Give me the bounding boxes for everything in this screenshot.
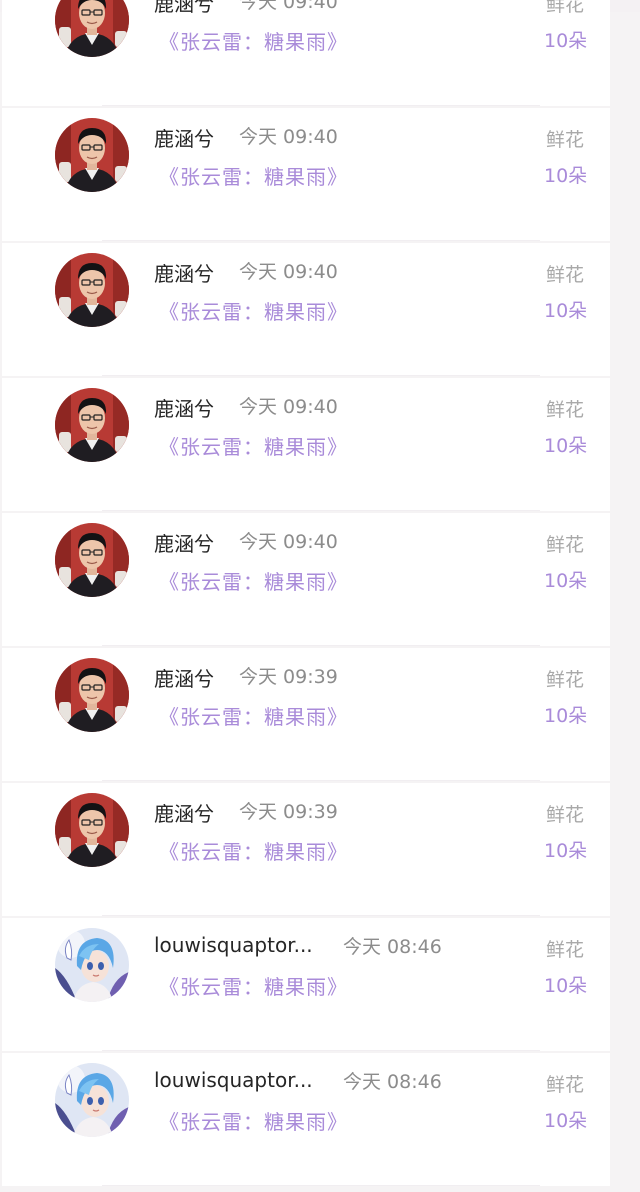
work-title-link[interactable]: 《张云雷：糖果雨》 [159,26,348,55]
list-item[interactable]: 鹿涵兮 今天 09:40 《张云雷：糖果雨》 鲜花 10朵 [2,0,610,106]
user-avatar[interactable] [55,928,129,1002]
timestamp: 今天 09:39 [239,666,338,688]
user-avatar[interactable] [55,523,129,597]
anime-avatar-image [55,928,129,1002]
portrait-avatar-image [55,658,129,732]
portrait-avatar-image [55,118,129,192]
list-item[interactable]: 鹿涵兮 今天 09:39 《张云雷：糖果雨》 鲜花 10朵 [2,648,610,781]
work-title-link[interactable]: 《张云雷：糖果雨》 [159,701,348,730]
user-name[interactable]: louwisquaptor... [154,933,313,957]
gift-type: 鲜花 [546,1074,585,1096]
portrait-avatar-image [55,253,129,327]
work-title-link[interactable]: 《张云雷：糖果雨》 [159,566,348,595]
work-title-link[interactable]: 《张云雷：糖果雨》 [159,836,348,865]
gift-count: 10朵 [544,705,588,727]
list-item[interactable]: louwisquaptor... 今天 08:46 《张云雷：糖果雨》 鲜花 1… [2,918,610,1051]
user-avatar[interactable] [55,658,129,732]
portrait-avatar-image [55,0,129,57]
user-name[interactable]: 鹿涵兮 [154,123,214,152]
gift-type: 鲜花 [546,669,585,691]
anime-avatar-image [55,1063,129,1137]
user-avatar[interactable] [55,253,129,327]
timestamp: 今天 09:40 [239,126,338,148]
gift-type: 鲜花 [546,804,585,826]
gift-type: 鲜花 [546,939,585,961]
row-divider [102,780,540,781]
row-divider [102,1050,540,1051]
work-title-link[interactable]: 《张云雷：糖果雨》 [159,296,348,325]
user-avatar[interactable] [55,1063,129,1137]
portrait-avatar-image [55,523,129,597]
gift-type: 鲜花 [546,264,585,286]
user-name[interactable]: louwisquaptor... [154,1068,313,1092]
work-title-link[interactable]: 《张云雷：糖果雨》 [159,1106,348,1135]
timestamp: 今天 08:46 [343,936,442,958]
user-avatar[interactable] [55,118,129,192]
list-item[interactable]: 鹿涵兮 今天 09:40 《张云雷：糖果雨》 鲜花 10朵 [2,108,610,241]
portrait-avatar-image [55,388,129,462]
row-divider [102,645,540,646]
row-divider [102,915,540,916]
row-divider [102,240,540,241]
row-divider [102,375,540,376]
gift-type: 鲜花 [546,129,585,151]
list-item[interactable]: 鹿涵兮 今天 09:40 《张云雷：糖果雨》 鲜花 10朵 [2,513,610,646]
gift-count: 10朵 [544,30,588,52]
timestamp: 今天 09:39 [239,801,338,823]
user-name[interactable]: 鹿涵兮 [154,528,214,557]
gift-count: 10朵 [544,165,588,187]
gift-record-list: 鹿涵兮 今天 09:40 《张云雷：糖果雨》 鲜花 10朵 鹿涵兮 今天 09:… [0,0,640,1192]
work-title-link[interactable]: 《张云雷：糖果雨》 [159,431,348,460]
gift-count: 10朵 [544,570,588,592]
list-item[interactable]: 鹿涵兮 今天 09:40 《张云雷：糖果雨》 鲜花 10朵 [2,378,610,511]
gift-count: 10朵 [544,300,588,322]
list-item[interactable]: 鹿涵兮 今天 09:39 《张云雷：糖果雨》 鲜花 10朵 [2,783,610,916]
work-title-link[interactable]: 《张云雷：糖果雨》 [159,161,348,190]
user-name[interactable]: 鹿涵兮 [154,663,214,692]
gift-count: 10朵 [544,840,588,862]
row-divider [102,105,540,106]
user-name[interactable]: 鹿涵兮 [154,798,214,827]
user-name[interactable]: 鹿涵兮 [154,258,214,287]
portrait-avatar-image [55,793,129,867]
timestamp: 今天 09:40 [239,396,338,418]
list-item[interactable]: louwisquaptor... 今天 08:46 《张云雷：糖果雨》 鲜花 1… [2,1053,610,1186]
timestamp: 今天 09:40 [239,531,338,553]
gift-type: 鲜花 [546,534,585,556]
row-divider [102,1185,540,1186]
timestamp: 今天 08:46 [343,1071,442,1093]
timestamp: 今天 09:40 [239,261,338,283]
user-avatar[interactable] [55,0,129,57]
user-name[interactable]: 鹿涵兮 [154,393,214,422]
gift-type: 鲜花 [546,0,585,16]
gift-count: 10朵 [544,435,588,457]
user-name[interactable]: 鹿涵兮 [154,0,214,17]
user-avatar[interactable] [55,793,129,867]
gift-count: 10朵 [544,1110,588,1132]
row-divider [102,510,540,511]
user-avatar[interactable] [55,388,129,462]
timestamp: 今天 09:40 [239,0,338,13]
gift-count: 10朵 [544,975,588,997]
work-title-link[interactable]: 《张云雷：糖果雨》 [159,971,348,1000]
gift-type: 鲜花 [546,399,585,421]
list-item[interactable]: 鹿涵兮 今天 09:40 《张云雷：糖果雨》 鲜花 10朵 [2,243,610,376]
